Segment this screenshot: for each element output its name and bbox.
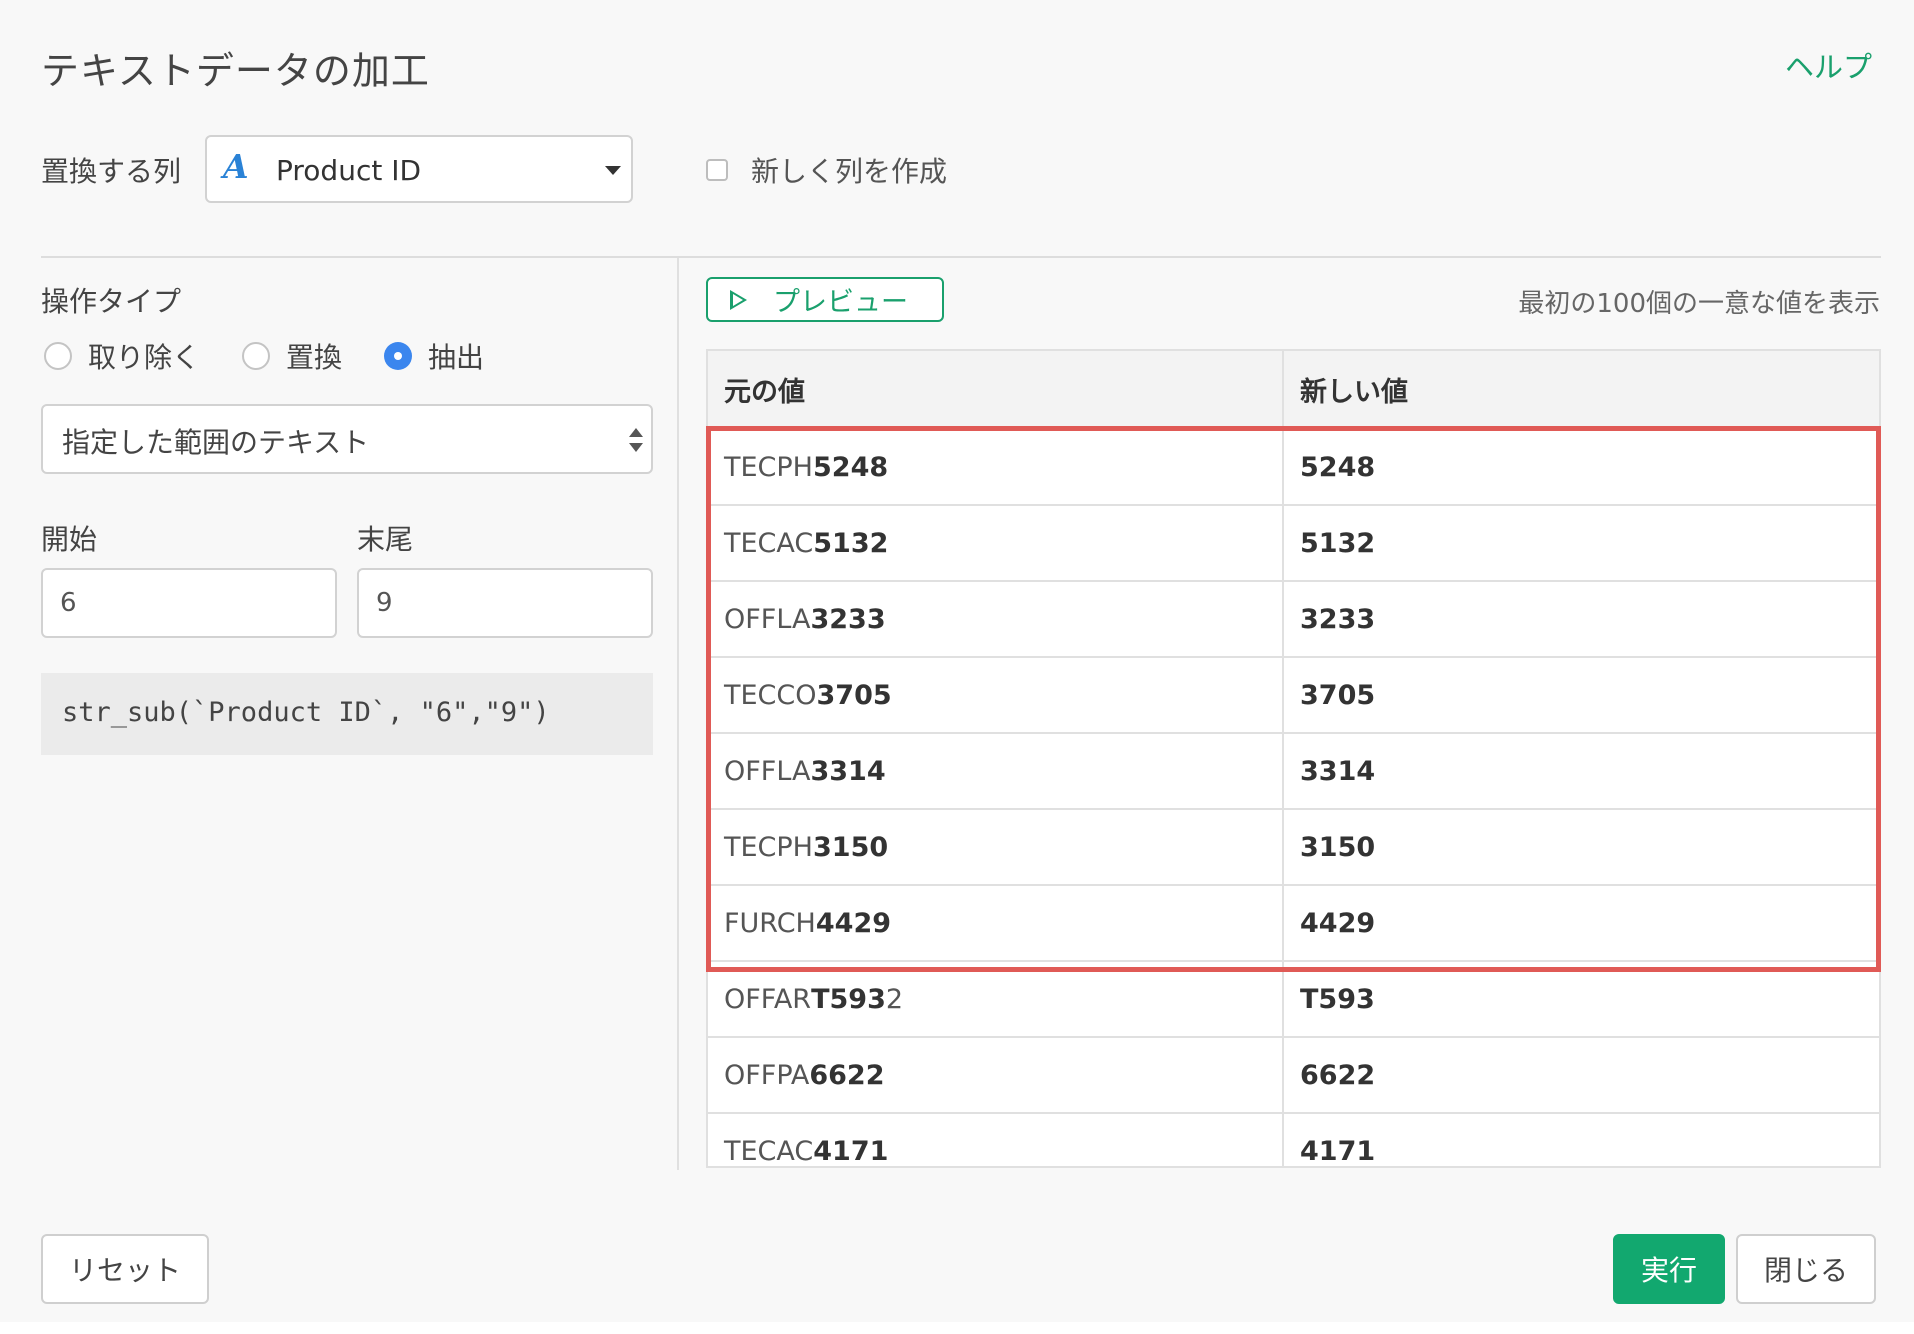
text-transform-dialog: テキストデータの加工 ヘルプ 置換する列 A Product ID 新しく列を作… [0,0,1914,1322]
run-button[interactable]: 実行 [1613,1234,1725,1304]
radio-extract[interactable] [384,342,413,370]
original-prefix: TECPH [724,831,813,863]
new-value-cell: 3314 [1283,733,1879,810]
radio-remove[interactable] [44,342,72,370]
table-row: OFFLA3314 3314 [708,733,1879,810]
table-row: TECCO3705 3705 [708,657,1879,734]
generated-code: str_sub(`Product ID`, "6","9") [41,673,653,755]
original-value-cell: OFFPA6622 [708,1037,1284,1114]
table-row: TECAC5132 5132 [708,505,1879,582]
original-prefix: OFFPA [724,1059,810,1091]
original-value-cell: OFFLA3314 [708,733,1284,810]
original-value-cell: TECPH3150 [708,809,1284,886]
header-new: 新しい値 [1283,351,1879,430]
new-value-cell: 6622 [1283,1037,1879,1114]
play-icon [730,289,747,310]
original-match: 4171 [813,1135,889,1167]
original-match: 4429 [815,907,892,939]
help-link[interactable]: ヘルプ [1785,44,1872,86]
radio-replace-label: 置換 [286,341,343,374]
column-select[interactable]: A Product ID [205,135,633,203]
original-match: 3233 [810,603,886,635]
original-prefix: OFFLA [724,755,811,787]
table-row: TECAC4171 4171 [708,1113,1879,1167]
original-match: 6622 [809,1059,885,1091]
preview-note: 最初の100個の一意な値を表示 [1518,289,1880,319]
table-row: FURCH4429 4429 [708,885,1879,962]
select-updown-icon [629,426,643,456]
operation-type-label: 操作タイプ [41,285,182,318]
original-prefix: FURCH [724,907,816,939]
original-value-cell: TECPH5248 [708,429,1284,506]
table-row: OFFLA3233 3233 [708,581,1879,658]
original-prefix: OFFLA [724,603,811,635]
panel-divider [677,258,679,1170]
radio-option-replace[interactable]: 置換 [242,336,342,376]
range-type-select[interactable]: 指定した範囲のテキスト [41,404,653,474]
start-input[interactable]: 6 [41,568,337,638]
column-label: 置換する列 [41,155,182,188]
original-prefix: TECAC [724,527,814,559]
column-select-value: Product ID [276,154,422,187]
radio-extract-label: 抽出 [428,341,485,374]
chevron-down-icon [605,166,621,175]
original-value-cell: TECCO3705 [708,657,1284,734]
start-label: 開始 [41,523,98,556]
radio-option-extract[interactable]: 抽出 [384,336,484,376]
original-prefix: TECPH [724,451,813,483]
original-value-cell: FURCH4429 [708,885,1284,962]
operation-type-radios: 取り除く 置換 抽出 [44,336,526,376]
close-button[interactable]: 閉じる [1736,1234,1876,1304]
radio-option-remove[interactable]: 取り除く [44,336,200,376]
header-original: 元の値 [708,351,1284,430]
original-suffix: 2 [885,983,904,1015]
new-column-label: 新しく列を作成 [751,155,948,188]
preview-button-label: プレビュー [773,287,908,318]
new-column-option[interactable]: 新しく列を作成 [706,150,947,190]
original-match: 5132 [813,527,889,559]
new-value-cell: T593 [1283,961,1879,1038]
table-header-row: 元の値 新しい値 [708,351,1879,430]
new-value-cell: 4171 [1283,1113,1879,1166]
new-value-cell: 3150 [1283,809,1879,886]
original-value-cell: OFFART5932 [708,961,1284,1038]
end-label: 末尾 [357,523,414,556]
radio-remove-label: 取り除く [88,341,201,374]
new-value-cell: 3705 [1283,657,1879,734]
range-type-value: 指定した範囲のテキスト [62,426,370,459]
text-type-icon: A [223,147,249,186]
original-prefix: TECAC [724,1135,814,1167]
original-match: 3314 [810,755,886,787]
original-prefix: OFFAR [724,983,812,1015]
original-match: 3705 [816,679,892,711]
divider [41,256,1881,258]
new-value-cell: 5248 [1283,429,1879,506]
radio-replace[interactable] [242,342,271,370]
table-row: OFFPA6622 6622 [708,1037,1879,1114]
table-row: TECPH3150 3150 [708,809,1879,886]
original-match: T593 [811,983,886,1015]
end-input[interactable]: 9 [357,568,653,638]
new-value-cell: 5132 [1283,505,1879,582]
new-value-cell: 3233 [1283,581,1879,658]
table-row: OFFART5932 T593 [708,961,1879,1038]
original-value-cell: TECAC5132 [708,505,1284,582]
dialog-title: テキストデータの加工 [41,49,430,93]
new-value-cell: 4429 [1283,885,1879,962]
table-row: TECPH5248 5248 [708,429,1879,506]
preview-table: 元の値 新しい値 TECPH5248 5248 TECAC5132 5132 OFFLA… [706,349,1881,1168]
original-prefix: TECCO [724,679,817,711]
original-value-cell: OFFLA3233 [708,581,1284,658]
original-match: 5248 [813,451,889,483]
preview-button[interactable]: プレビュー [706,277,944,322]
original-match: 3150 [813,831,889,863]
reset-button[interactable]: リセット [41,1234,209,1304]
original-value-cell: TECAC4171 [708,1113,1284,1167]
new-column-checkbox[interactable] [706,159,728,181]
